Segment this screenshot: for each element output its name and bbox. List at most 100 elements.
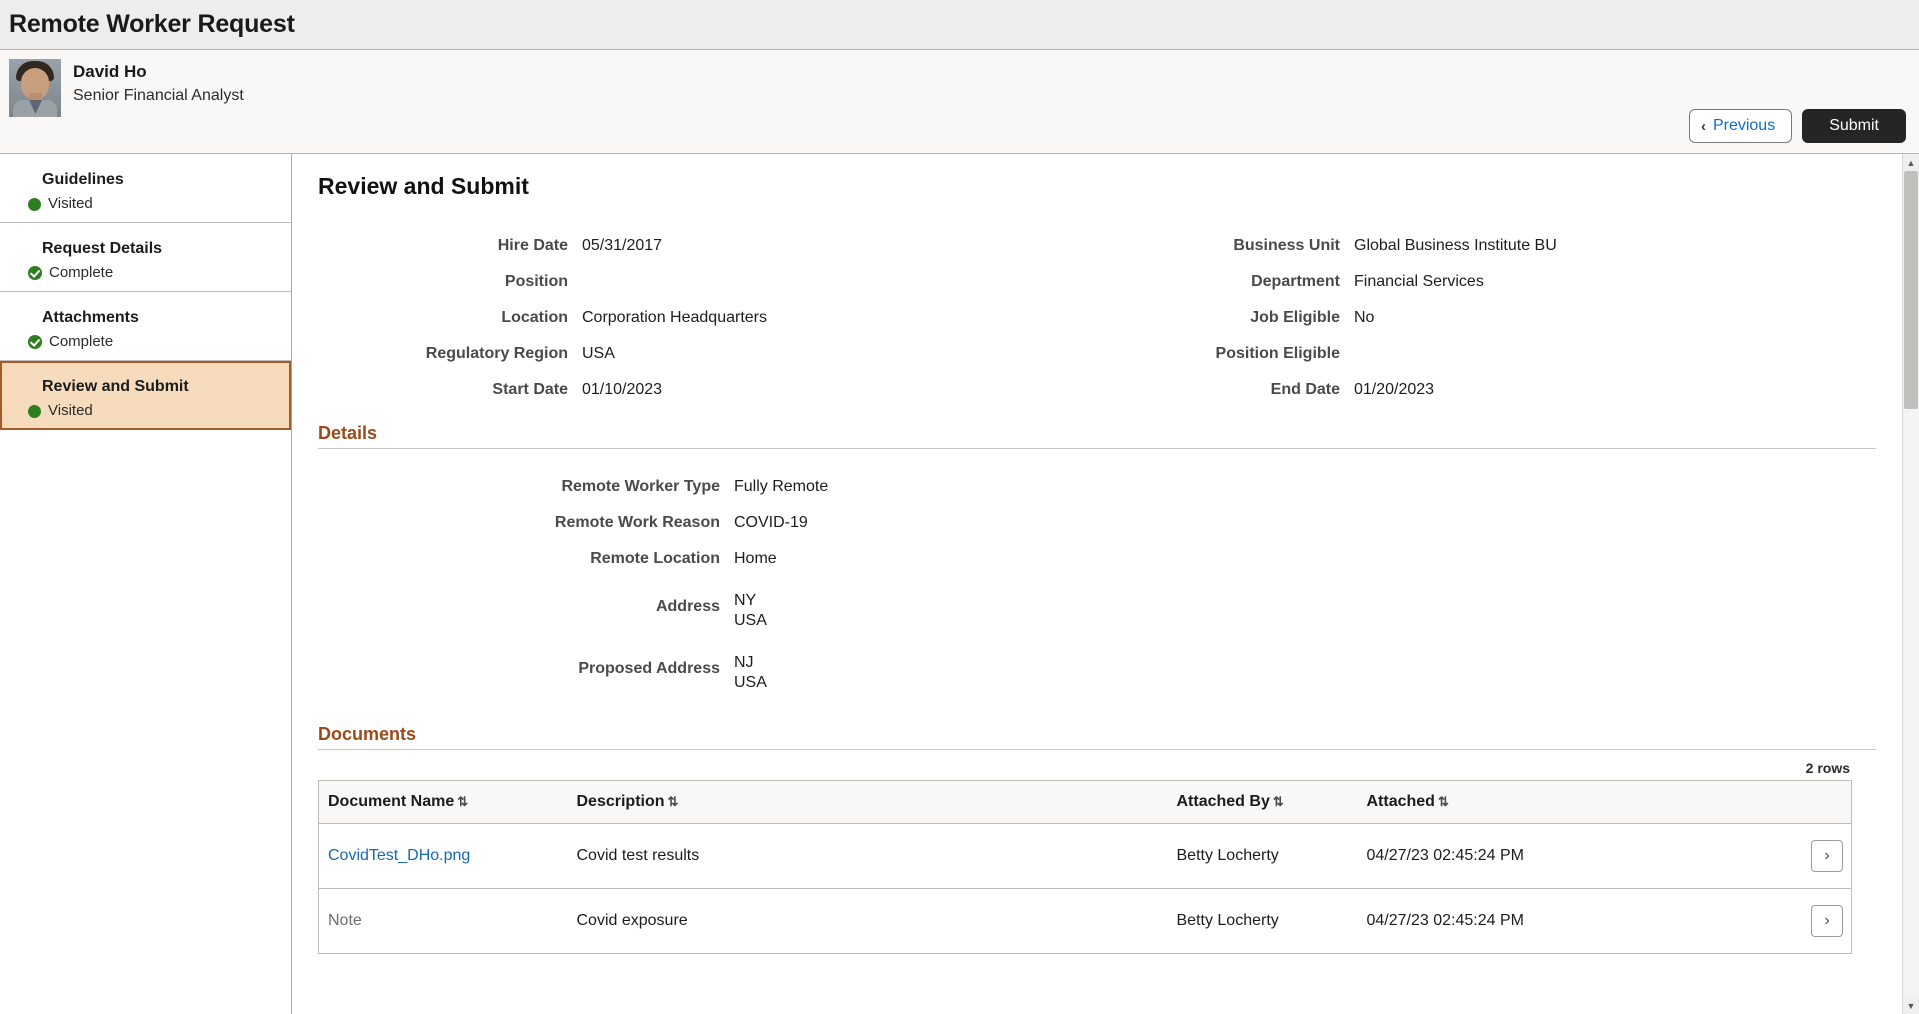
complete-check-icon [28,266,42,280]
step-navigation-sidebar: Guidelines Visited Request Details Compl… [0,154,292,1014]
field-label-address: Address [318,577,730,639]
row-detail-chevron-right-icon[interactable]: › [1811,905,1843,937]
details-field-grid: Remote Worker Type Fully Remote Remote W… [292,469,1902,701]
documents-table-area: Document Name⇅ Description⇅ Attached By⇅… [292,780,1902,954]
sidebar-item-guidelines[interactable]: Guidelines Visited [0,154,291,223]
field-label-start-date: Start Date [318,372,578,408]
sidebar-item-label: Guidelines [28,170,281,190]
scrollbar-up-arrow-icon[interactable]: ▲ [1903,154,1919,171]
sidebar-item-label: Request Details [28,239,281,259]
document-name-text: Note [328,912,362,929]
submit-button[interactable]: Submit [1802,109,1906,143]
document-name-link[interactable]: CovidTest_DHo.png [328,847,470,864]
column-header-label: Description [577,793,665,810]
field-value-start-date: 01/10/2023 [578,372,1090,408]
field-label-business-unit: Business Unit [1090,228,1350,264]
main-content: Review and Submit Hire Date 05/31/2017 B… [292,154,1902,1014]
field-value-remote-work-reason: COVID-19 [730,505,1862,541]
field-value-address: NY USA [730,577,1862,639]
field-value-remote-location: Home [730,541,1862,577]
complete-check-icon [28,335,42,349]
field-value-end-date: 01/20/2023 [1350,372,1862,408]
employee-name: David Ho [73,61,244,83]
table-row: Note Covid exposure Betty Locherty 04/27… [319,889,1852,954]
cell-attached: 04/27/23 02:45:24 PM [1359,824,1796,889]
field-label-position-eligible: Position Eligible [1090,336,1350,372]
employee-identity: David Ho Senior Financial Analyst [0,50,1919,117]
scrollbar-thumb[interactable] [1904,171,1918,409]
sort-icon[interactable]: ⇅ [1435,794,1448,809]
cell-attached: 04/27/23 02:45:24 PM [1359,889,1796,954]
cell-row-action: › [1796,889,1852,954]
field-value-business-unit: Global Business Institute BU [1350,228,1862,264]
documents-table-head: Document Name⇅ Description⇅ Attached By⇅… [319,781,1852,824]
sort-icon[interactable]: ⇅ [665,794,678,809]
field-value-remote-worker-type: Fully Remote [730,469,1862,505]
remote-worker-request-app: Remote Worker Request David Ho Senior Fi… [0,0,1919,1014]
field-label-hire-date: Hire Date [318,228,578,264]
summary-field-grid: Hire Date 05/31/2017 Business Unit Globa… [292,228,1902,408]
sort-icon[interactable]: ⇅ [454,794,467,809]
field-label-proposed-address: Proposed Address [318,639,730,701]
cell-document-name: Note [319,889,569,954]
employee-info: David Ho Senior Financial Analyst [61,59,244,107]
visited-dot-icon [28,198,41,211]
table-row: CovidTest_DHo.png Covid test results Bet… [319,824,1852,889]
previous-button[interactable]: ‹ Previous [1689,109,1792,143]
main-vertical-scrollbar[interactable]: ▲ ▼ [1902,154,1919,1014]
cell-attached-by: Betty Locherty [1169,889,1359,954]
column-header-attached-by[interactable]: Attached By⇅ [1169,781,1359,824]
column-header-attached[interactable]: Attached⇅ [1359,781,1852,824]
sidebar-item-status-label: Visited [48,402,93,420]
field-value-location: Corporation Headquarters [578,300,1090,336]
field-label-end-date: End Date [1090,372,1350,408]
field-label-remote-location: Remote Location [318,541,730,577]
sidebar-item-review-and-submit[interactable]: Review and Submit Visited [0,361,291,430]
avatar [9,59,61,117]
sidebar-item-status: Visited [28,402,281,420]
column-header-label: Document Name [328,793,454,810]
field-value-position-eligible [1350,336,1862,372]
sidebar-item-request-details[interactable]: Request Details Complete [0,223,291,292]
sidebar-item-label: Attachments [28,308,281,328]
field-label-job-eligible: Job Eligible [1090,300,1350,336]
field-value-position [578,264,1090,300]
field-label-location: Location [318,300,578,336]
visited-dot-icon [28,405,41,418]
sidebar-item-label: Review and Submit [28,377,281,397]
sort-icon[interactable]: ⇅ [1270,794,1283,809]
field-label-position: Position [318,264,578,300]
field-label-department: Department [1090,264,1350,300]
field-label-regulatory-region: Regulatory Region [318,336,578,372]
cell-document-name: CovidTest_DHo.png [319,824,569,889]
field-value-regulatory-region: USA [578,336,1090,372]
column-header-label: Attached By [1177,793,1270,810]
row-detail-chevron-right-icon[interactable]: › [1811,840,1843,872]
field-value-hire-date: 05/31/2017 [578,228,1090,264]
details-section-heading: Details [318,422,1876,449]
documents-section-heading: Documents [318,723,1876,750]
cell-description: Covid exposure [569,889,1169,954]
employee-job-title: Senior Financial Analyst [73,85,244,107]
field-value-department: Financial Services [1350,264,1862,300]
cell-description: Covid test results [569,824,1169,889]
column-header-label: Attached [1367,793,1435,810]
employee-header: David Ho Senior Financial Analyst ‹ Prev… [0,50,1919,154]
field-label-remote-worker-type: Remote Worker Type [318,469,730,505]
sidebar-item-status-label: Complete [49,264,113,282]
column-header-description[interactable]: Description⇅ [569,781,1169,824]
sidebar-item-status: Complete [28,333,281,351]
sidebar-item-attachments[interactable]: Attachments Complete [0,292,291,361]
main-content-wrapper: Review and Submit Hire Date 05/31/2017 B… [292,154,1919,1014]
table-header-row: Document Name⇅ Description⇅ Attached By⇅… [319,781,1852,824]
action-buttons: ‹ Previous Submit [1689,109,1906,143]
sidebar-item-status: Visited [28,195,281,213]
documents-table: Document Name⇅ Description⇅ Attached By⇅… [318,780,1852,954]
cell-row-action: › [1796,824,1852,889]
documents-row-count: 2 rows [292,754,1902,780]
column-header-document-name[interactable]: Document Name⇅ [319,781,569,824]
page-body: Guidelines Visited Request Details Compl… [0,154,1919,1014]
scrollbar-down-arrow-icon[interactable]: ▼ [1903,997,1919,1014]
sidebar-item-status-label: Complete [49,333,113,351]
window-titlebar: Remote Worker Request [0,0,1919,50]
